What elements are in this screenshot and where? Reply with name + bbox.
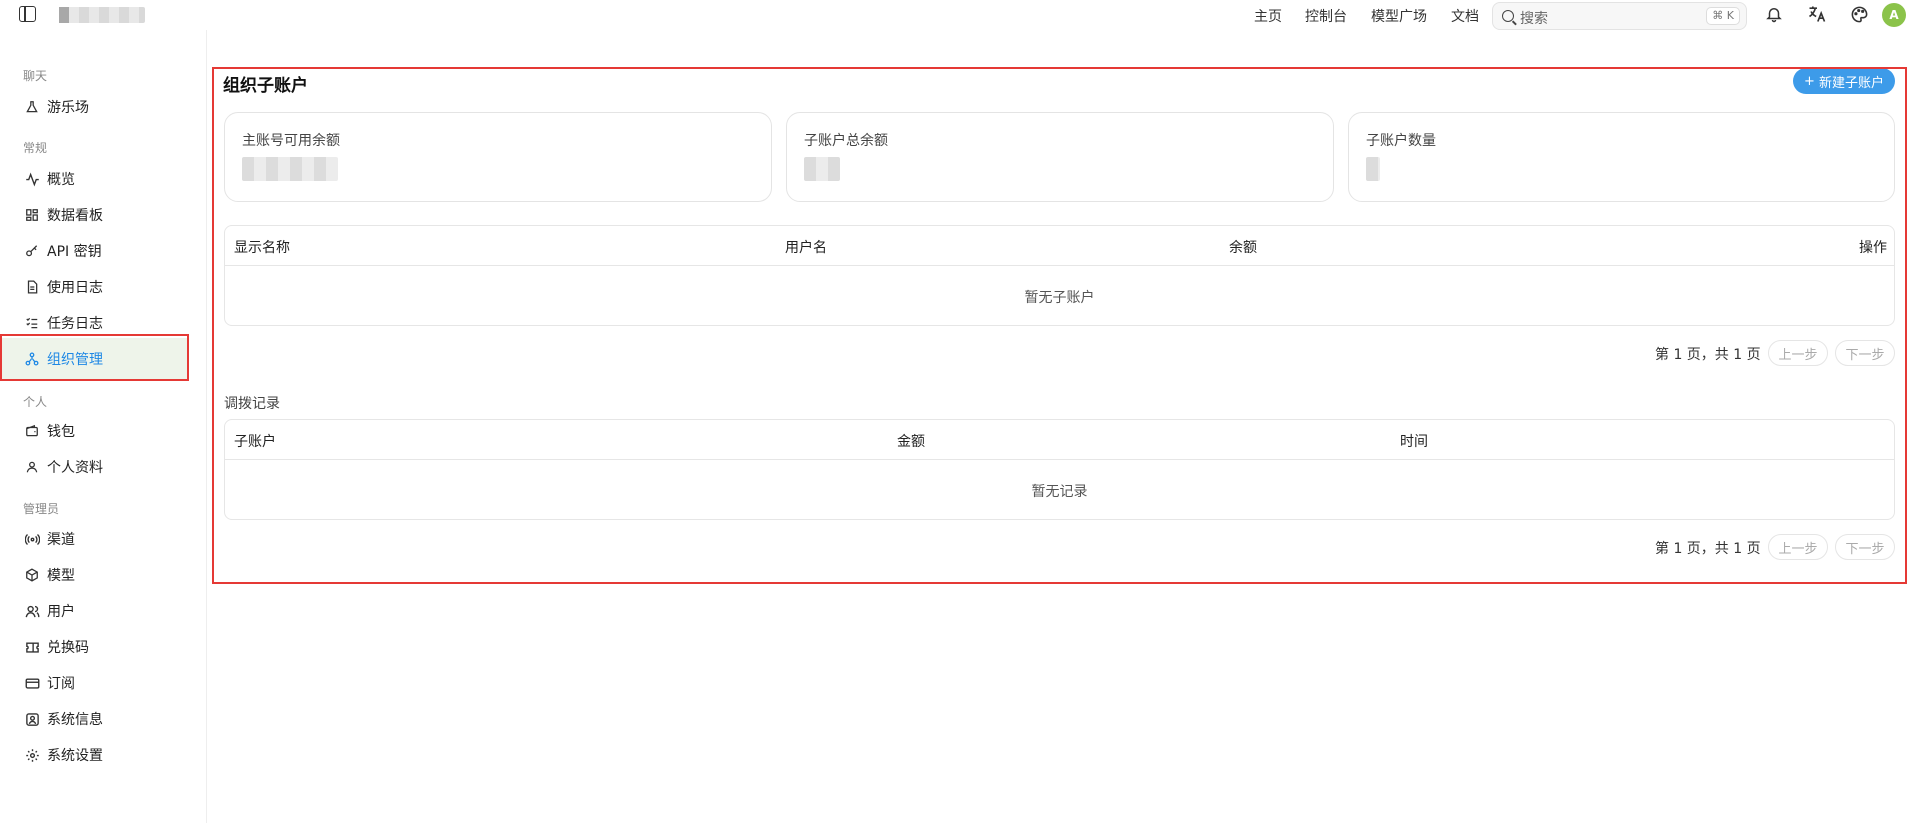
column-time: 时间 [1400,434,1428,450]
new-sub-account-label: 新建子账户 [1818,75,1884,91]
search-placeholder: 搜索 [1520,11,1548,27]
sidebar-item-label: 数据看板 [47,208,103,224]
sidebar-item-label: 钱包 [47,424,75,440]
stat-value-redacted [804,157,840,181]
transfer-records-table: 子账户 金额 时间 暂无记录 [224,419,1895,520]
plus-icon: + [1804,73,1815,89]
bell-icon[interactable] [1763,3,1785,25]
stat-card-sub-count: 子账户数量 [1348,112,1895,202]
org-tree-icon [24,351,40,367]
stat-label: 子账户总余额 [804,133,888,149]
section-label-general: 常规 [23,141,48,155]
sidebar-item-label: 使用日志 [47,280,103,296]
card-icon [24,675,40,691]
broadcast-icon [24,531,40,547]
page-title: 组织子账户 [223,76,308,96]
sidebar-item-label: 组织管理 [47,352,103,368]
translate-icon[interactable] [1806,3,1828,25]
sidebar-item-label: 模型 [47,568,75,584]
sidebar-item-label: 系统信息 [47,712,103,728]
stat-label: 子账户数量 [1366,133,1436,149]
sidebar-item-profile[interactable]: 个人资料 [0,446,188,488]
next-page-button[interactable]: 下一步 [1835,340,1895,366]
stat-value-redacted [1366,157,1380,181]
next-page-button[interactable]: 下一步 [1835,534,1895,560]
column-amount: 金额 [897,434,925,450]
sidebar-toggle-icon[interactable] [19,6,36,22]
search-shortcut: ⌘ K [1706,7,1740,25]
ticket-icon [24,639,40,655]
pagination-info: 第 1 页，共 1 页 [1655,347,1761,363]
document-icon [24,279,40,295]
table-header: 子账户 金额 时间 [225,420,1894,460]
sidebar-item-label: 概览 [47,172,75,188]
sidebar-item-label: 兑换码 [47,640,89,656]
info-icon [24,711,40,727]
sidebar-item-label: 渠道 [47,532,75,548]
checklist-icon [24,315,40,331]
section-label-chat: 聊天 [23,69,48,83]
new-sub-account-button[interactable]: + 新建子账户 [1793,68,1895,94]
column-display-name: 显示名称 [234,240,290,256]
wallet-icon [24,423,40,439]
pagination-info: 第 1 页，共 1 页 [1655,541,1761,557]
stat-value-redacted [242,157,338,181]
sidebar-item-label: 用户 [47,604,75,620]
stat-card-main-balance: 主账号可用余额 [224,112,772,202]
sidebar-item-label: 个人资料 [47,460,103,476]
nav-model-market[interactable]: 模型广场 [1371,6,1427,26]
section-label-admin: 管理员 [23,502,60,516]
search-input[interactable]: 搜索 ⌘ K [1492,2,1747,30]
dashboard-grid-icon [24,207,40,223]
palette-icon[interactable] [1848,3,1870,25]
sidebar-item-label: API 密钥 [47,244,102,260]
sidebar-item-label: 游乐场 [47,100,89,116]
flask-icon [24,99,40,115]
stat-card-sub-total-balance: 子账户总余额 [786,112,1334,202]
search-icon [1502,10,1514,22]
top-bar: 主页 控制台 模型广场 文档 搜索 ⌘ K A [0,0,1910,30]
nav-console[interactable]: 控制台 [1305,6,1347,26]
sidebar-item-system-settings[interactable]: 系统设置 [0,734,188,776]
sub-accounts-table: 显示名称 用户名 余额 操作 暂无子账户 [224,225,1895,326]
sidebar-item-label: 订阅 [47,676,75,692]
transfer-records-title: 调拨记录 [224,396,280,412]
table-header: 显示名称 用户名 余额 操作 [225,226,1894,266]
user-icon [24,459,40,475]
nav-docs[interactable]: 文档 [1451,6,1479,26]
stat-label: 主账号可用余额 [242,133,340,149]
avatar[interactable]: A [1882,3,1906,27]
logo[interactable] [59,7,145,23]
column-sub-account: 子账户 [234,434,276,450]
nav-home[interactable]: 主页 [1254,6,1282,26]
users-icon [24,603,40,619]
gear-icon [24,747,40,763]
section-label-personal: 个人 [23,395,48,409]
column-actions: 操作 [1859,240,1887,256]
activity-icon [24,171,40,187]
prev-page-button[interactable]: 上一步 [1768,534,1828,560]
column-balance: 余额 [1229,240,1257,256]
sidebar-item-label: 任务日志 [47,316,103,332]
sidebar-item-playground[interactable]: 游乐场 [0,86,188,128]
cube-icon [24,567,40,583]
column-username: 用户名 [785,240,827,256]
empty-state-text: 暂无记录 [1031,484,1088,500]
key-icon [24,243,40,259]
sidebar-item-label: 系统设置 [47,748,103,764]
empty-state-text: 暂无子账户 [1024,290,1095,306]
prev-page-button[interactable]: 上一步 [1768,340,1828,366]
sidebar-item-org-management[interactable]: 组织管理 [0,338,188,380]
